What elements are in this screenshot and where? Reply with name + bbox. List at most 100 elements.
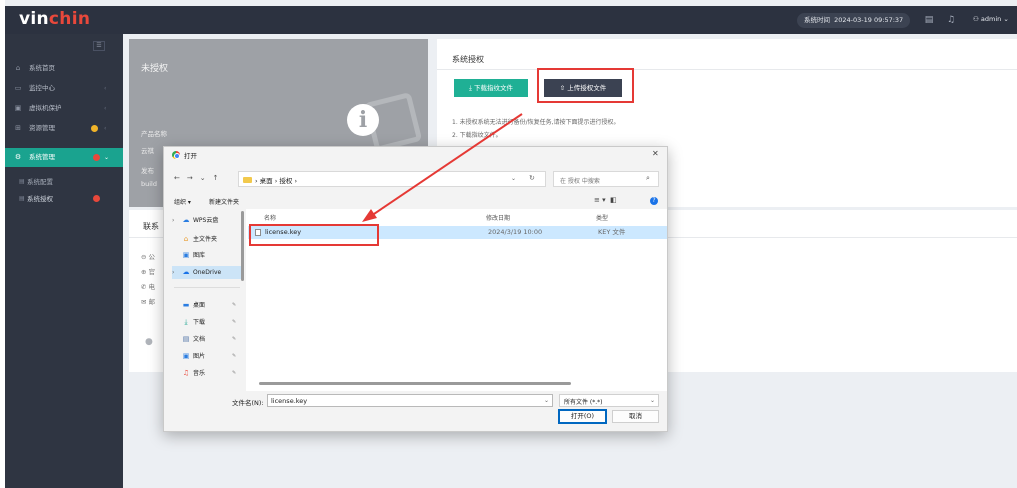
nav-item-pictures[interactable]: ▣ 图片 ✎ [172, 350, 244, 363]
config-icon: ▤ [19, 178, 25, 185]
release-label: 发布 [141, 167, 154, 175]
breadcrumb: › 桌面 › 授权 › [255, 177, 298, 185]
search-input[interactable]: 在 授权 中搜索 ⌕ [553, 171, 659, 187]
address-bar[interactable]: › 桌面 › 授权 › ⌄ ↻ [238, 171, 546, 187]
cancel-button[interactable]: 取消 [612, 410, 659, 423]
chevron-down-icon: ▾ [602, 196, 606, 204]
chevron-down-icon: ⌄ [104, 154, 110, 161]
picture-icon: ▣ [182, 352, 190, 360]
refresh-icon[interactable]: ↻ [529, 174, 535, 182]
dialog-toolbar: 组织 ▾ 新建文件夹 ≡ ▾ ◧ ? [164, 195, 667, 209]
filename-label: 文件名(N): [232, 399, 264, 407]
file-list-scrollbar[interactable] [259, 382, 571, 385]
help-icon[interactable]: ? [650, 197, 658, 205]
nav-scrollbar[interactable] [241, 211, 244, 281]
pin-icon: ✎ [232, 302, 237, 308]
system-time: 系统时间 2024-03-19 09:57:37 [797, 13, 911, 28]
vm-icon: ▣ [14, 104, 22, 112]
pin-icon: ✎ [232, 336, 237, 342]
search-icon: ⌕ [646, 174, 650, 182]
home-icon: ⌂ [15, 64, 21, 72]
alert-badge [93, 195, 100, 202]
gear-icon: ⚙ [14, 153, 22, 161]
nav-item-desktop[interactable]: ▬ 桌面 ✎ [172, 299, 244, 312]
organize-button[interactable]: 组织 ▾ [174, 197, 191, 206]
logo: vinchin [19, 9, 91, 29]
address-row: ←→⌄↑ › 桌面 › 授权 › ⌄ ↻ 在 授权 中搜索 ⌕ [164, 171, 667, 187]
navigation-pane: › ☁ WPS云盘 ⌂ 主文件夹 ▣ 图库 › ☁ OneDrive ▬ 桌面 ✎ ⤓ 下载 ✎ ▤… [164, 211, 244, 389]
folder-icon [243, 177, 252, 183]
divider [437, 69, 1017, 70]
menu-collapse-icon[interactable]: ☰ [93, 41, 105, 51]
view-icon: ≡ [594, 196, 600, 204]
chevron-left-icon: ‹ [104, 85, 107, 92]
nav-item-music[interactable]: ♫ 音乐 ✎ [172, 367, 244, 380]
sidebar-sub-config[interactable]: ▤ 系统配置 [5, 174, 123, 190]
pin-icon: ✎ [232, 353, 237, 359]
home-icon: ⌂ [183, 235, 189, 243]
chrome-icon [172, 151, 180, 159]
up-icon: ↑ [212, 174, 226, 182]
product-label: 产品名称 [141, 130, 167, 138]
column-type[interactable]: 类型 [596, 213, 608, 222]
alert-badge [93, 154, 100, 161]
dialog-title: 打开 [184, 152, 197, 160]
new-folder-button[interactable]: 新建文件夹 [209, 197, 239, 206]
nav-item-home[interactable]: ⌂ 主文件夹 [172, 233, 244, 246]
highlight-box [537, 68, 634, 103]
sidebar-item-system[interactable]: ⚙ 系统管理 ⌄ [5, 148, 123, 167]
auth-note-1: 1. 未授权系统无法进行备份/恢复任务,请按下面提示进行授权。 [452, 119, 620, 126]
user-menu[interactable]: ⚇ admin ⌄ [973, 15, 1009, 23]
filetype-select[interactable]: 所有文件 (*.*) ⌄ [559, 394, 659, 407]
open-file-dialog: 打开 ✕ ←→⌄↑ › 桌面 › 授权 › ⌄ ↻ 在 授权 中搜索 ⌕ 组织 … [163, 146, 668, 432]
chevron-down-icon[interactable]: ⌄ [511, 175, 516, 182]
file-type: KEY 文件 [598, 228, 626, 236]
top-bar: vinchin 系统时间 2024-03-19 09:57:37 ▤ ♫ ⚇ a… [5, 6, 1017, 34]
location-icon: ⊖ [141, 253, 147, 261]
document-icon[interactable]: ▤ [923, 14, 935, 26]
forward-icon: → [186, 174, 200, 182]
nav-item-onedrive[interactable]: › ☁ OneDrive [172, 266, 244, 279]
sidebar-sub-license[interactable]: ▤ 系统授权 [5, 191, 123, 207]
nav-item-downloads[interactable]: ⤓ 下载 ✎ [172, 316, 244, 329]
nav-item-wps[interactable]: › ☁ WPS云盘 [172, 214, 244, 227]
close-icon[interactable]: ✕ [652, 149, 659, 158]
gallery-icon: ▣ [182, 251, 190, 259]
download-fingerprint-button[interactable]: ⤓ 下载指纹文件 [454, 79, 528, 97]
document-icon: ▤ [182, 335, 190, 343]
divider [174, 287, 240, 288]
desktop-icon: ▬ [182, 301, 190, 309]
chevron-left-icon: ‹ [104, 125, 107, 132]
nav-arrows[interactable]: ←→⌄↑ [174, 174, 226, 182]
contact-row: ✉ 邮 [141, 298, 156, 306]
filename-input[interactable]: license.key ⌄ [267, 394, 553, 407]
chevron-down-icon[interactable]: ⌄ [544, 397, 549, 404]
sidebar-item-monitor[interactable]: ▭ 监控中心 ‹ [5, 79, 123, 98]
contact-row: ⊕ 官 [141, 268, 156, 276]
open-button[interactable]: 打开(O) [558, 409, 607, 424]
phone-icon: ✆ [141, 283, 147, 291]
product-value: 云祺 [141, 147, 154, 155]
sidebar-item-resources[interactable]: ⊞ 资源管理 ‹ [5, 119, 123, 138]
chevron-down-icon: ⌄ [199, 174, 213, 182]
pin-icon: ✎ [232, 370, 237, 376]
build-label: build [141, 180, 157, 188]
onedrive-icon: ☁ [182, 268, 190, 276]
warning-badge [91, 125, 98, 132]
license-icon: ▤ [19, 195, 25, 202]
nav-item-documents[interactable]: ▤ 文档 ✎ [172, 333, 244, 346]
sidebar: ☰ ⌂ 系统首页 ▭ 监控中心 ‹ ▣ 虚拟机保护 ‹ ⊞ 资源管理 ‹ ⚙ 系统管理 ⌄ ▤ 系统… [5, 34, 123, 488]
dialog-titlebar: 打开 ✕ [164, 147, 667, 163]
contact-title: 联系 [143, 222, 159, 231]
nav-item-gallery[interactable]: ▣ 图库 [172, 249, 244, 262]
wechat-icon: ● [145, 337, 153, 347]
mail-icon: ✉ [141, 298, 147, 306]
view-options[interactable]: ≡ ▾ ◧ [594, 196, 617, 204]
sidebar-item-vm-protect[interactable]: ▣ 虚拟机保护 ‹ [5, 99, 123, 118]
back-icon: ← [174, 174, 187, 182]
sidebar-item-home[interactable]: ⌂ 系统首页 [5, 59, 123, 78]
highlight-box [249, 224, 379, 246]
column-modified[interactable]: 修改日期 [486, 213, 510, 222]
column-name[interactable]: 名称 [264, 213, 276, 222]
bell-icon[interactable]: ♫ [945, 14, 957, 26]
